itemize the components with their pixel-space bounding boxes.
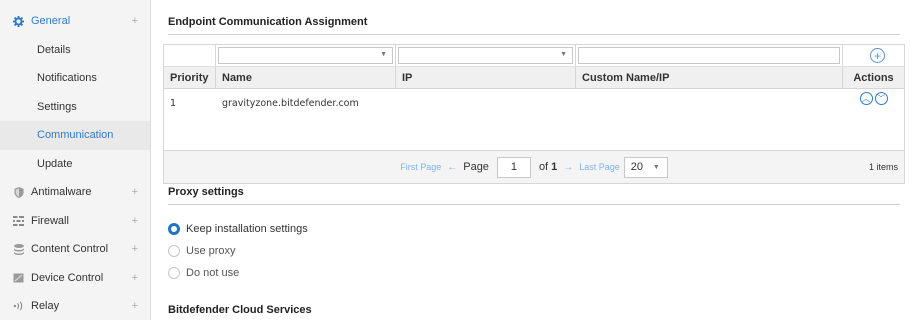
cloud-section: Bitdefender Cloud Services: [168, 304, 900, 320]
radio-unselected[interactable]: [168, 245, 180, 257]
prev-arrow-icon[interactable]: ←: [447, 162, 457, 173]
sidebar-item-label: Firewall: [31, 214, 69, 227]
radio-keep-installation[interactable]: Keep installation settings: [168, 221, 308, 237]
sidebar-subitem-notifications[interactable]: Notifications: [0, 64, 150, 93]
page-label: Page: [463, 161, 489, 173]
filter-row: ▼ ▼ +: [164, 45, 904, 67]
proxy-section: Proxy settings: [168, 186, 900, 205]
cell-name: gravityzone.bitdefender.com: [222, 98, 359, 109]
endpoint-section: Endpoint Communication Assignment: [168, 16, 900, 35]
sidebar-subitem-settings[interactable]: Settings: [0, 93, 150, 122]
main-content: Endpoint Communication Assignment ▼ ▼ + …: [163, 0, 905, 320]
radio-use-proxy[interactable]: Use proxy: [168, 243, 236, 259]
add-icon[interactable]: +: [870, 48, 885, 63]
per-page-select[interactable]: 20 ▼: [623, 156, 668, 178]
expand-icon[interactable]: +: [132, 243, 138, 255]
custom-name-filter[interactable]: [576, 45, 843, 66]
table-header: Priority Name IP Custom Name/IP Actions: [164, 67, 904, 89]
sidebar-item-label: Content Control: [31, 243, 109, 256]
sidebar-item-content-control[interactable]: Content Control +: [0, 235, 150, 264]
cell-custom: [576, 89, 843, 150]
expand-icon[interactable]: +: [132, 186, 138, 198]
sidebar-subitem-update[interactable]: Update: [0, 150, 150, 179]
endpoint-grid: ▼ ▼ + Priority Name IP Custom Name/IP Ac…: [163, 44, 905, 184]
sidebar-item-relay[interactable]: Relay +: [0, 292, 150, 320]
total-pages: 1: [551, 161, 558, 173]
radio-do-not-use[interactable]: Do not use: [168, 265, 239, 281]
relay-icon: [13, 301, 24, 312]
chevron-down-icon: ▼: [380, 51, 387, 58]
firewall-icon: [13, 215, 24, 226]
policy-sidebar: General + Details Notifications Settings…: [0, 0, 151, 320]
col-name: Name: [216, 67, 396, 88]
sidebar-item-antimalware[interactable]: Antimalware +: [0, 178, 150, 207]
next-arrow-icon[interactable]: →: [563, 162, 573, 173]
col-priority: Priority: [164, 67, 216, 88]
radio-unselected[interactable]: [168, 267, 180, 279]
section-title: Proxy settings: [168, 186, 900, 205]
table-row: 1 gravityzone.bitdefender.com ︿ ﹀: [164, 89, 904, 151]
sidebar-subitem-communication[interactable]: Communication: [0, 121, 150, 150]
radio-selected[interactable]: [168, 223, 180, 235]
items-count: 1 items: [868, 162, 898, 172]
chevron-down-icon: ▼: [652, 163, 660, 171]
per-page-value: 20: [630, 161, 644, 173]
device-icon: [13, 272, 24, 283]
of-label: of: [538, 161, 549, 173]
sidebar-item-label: Device Control: [31, 271, 104, 284]
page-input[interactable]: 1: [496, 156, 531, 178]
expand-icon[interactable]: +: [132, 215, 138, 227]
col-ip: IP: [396, 67, 576, 88]
expand-icon[interactable]: +: [132, 300, 138, 312]
chevron-down-icon: ▼: [560, 51, 567, 58]
sidebar-item-general[interactable]: General +: [0, 7, 150, 36]
sidebar-item-label: General: [31, 15, 71, 28]
cell-ip: [396, 89, 576, 150]
last-page-link[interactable]: Last Page: [579, 162, 620, 172]
name-filter[interactable]: ▼: [216, 45, 396, 66]
database-icon: [13, 243, 24, 255]
move-up-icon[interactable]: ︿: [859, 92, 873, 105]
first-page-link[interactable]: First Page: [400, 162, 441, 172]
ip-filter[interactable]: ▼: [396, 45, 576, 66]
sidebar-item-label: Relay: [31, 300, 60, 313]
section-title: Endpoint Communication Assignment: [168, 16, 900, 35]
sidebar-subitem-details[interactable]: Details: [0, 36, 150, 65]
section-title: Bitdefender Cloud Services: [168, 304, 900, 320]
shield-icon: [13, 186, 24, 198]
move-down-icon[interactable]: ﹀: [874, 92, 888, 105]
col-actions: Actions: [853, 71, 894, 84]
col-custom-name: Custom Name/IP: [576, 67, 843, 88]
cell-priority: 1: [170, 98, 177, 109]
expand-icon[interactable]: +: [132, 15, 138, 27]
sidebar-item-label: Antimalware: [31, 186, 92, 199]
pagination: First Page ← Page 1 of 1 → Last Page 20 …: [164, 151, 904, 183]
cell-actions: ︿ ﹀: [843, 89, 904, 150]
gear-icon: [13, 15, 24, 27]
expand-icon[interactable]: +: [132, 272, 138, 284]
sidebar-item-device-control[interactable]: Device Control +: [0, 264, 150, 293]
sidebar-item-firewall[interactable]: Firewall +: [0, 207, 150, 236]
